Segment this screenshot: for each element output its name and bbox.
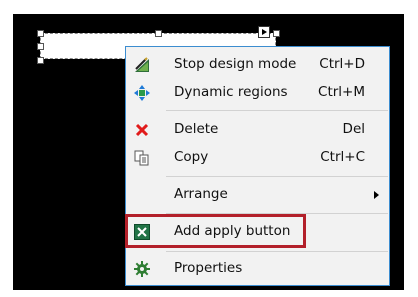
menu-item-delete[interactable]: Delete Del — [126, 117, 389, 143]
highlight-annotation — [125, 214, 306, 248]
menu-item-label: Delete — [174, 121, 219, 137]
context-menu: Stop design mode Ctrl+D Dynamic regions … — [125, 46, 390, 286]
menu-item-shortcut: Ctrl+D — [319, 56, 365, 72]
resize-handle-bottom-left[interactable] — [37, 57, 44, 64]
submenu-arrow-icon — [374, 191, 379, 199]
menu-item-label: Copy — [174, 149, 209, 165]
resize-handle-top-middle[interactable] — [155, 30, 162, 37]
menu-item-dynamic-regions[interactable]: Dynamic regions Ctrl+M — [126, 80, 389, 106]
dynamic-regions-icon — [134, 85, 150, 101]
menu-separator — [166, 251, 388, 252]
menu-item-label: Dynamic regions — [174, 84, 288, 100]
copy-icon — [134, 150, 150, 166]
menu-item-label: Properties — [174, 260, 243, 276]
menu-item-shortcut: Ctrl+C — [320, 149, 365, 165]
menu-item-label: Stop design mode — [174, 56, 297, 72]
menu-item-copy[interactable]: Copy Ctrl+C — [126, 145, 389, 171]
delete-icon — [134, 122, 150, 138]
resize-handle-middle-left[interactable] — [37, 43, 44, 50]
menu-item-properties[interactable]: Properties — [126, 256, 389, 282]
menu-item-label: Arrange — [174, 186, 228, 202]
menu-item-arrange[interactable]: Arrange — [126, 182, 389, 208]
gear-icon — [134, 261, 150, 277]
menu-item-shortcut: Del — [342, 121, 365, 137]
menu-item-stop-design-mode[interactable]: Stop design mode Ctrl+D — [126, 52, 389, 78]
design-mode-icon — [134, 57, 150, 73]
resize-handle-top-right[interactable] — [273, 30, 280, 37]
menu-separator — [166, 110, 388, 111]
smart-tag-icon[interactable] — [258, 26, 270, 38]
menu-separator — [166, 176, 388, 177]
menu-item-shortcut: Ctrl+M — [318, 84, 365, 100]
resize-handle-top-left[interactable] — [37, 30, 44, 37]
